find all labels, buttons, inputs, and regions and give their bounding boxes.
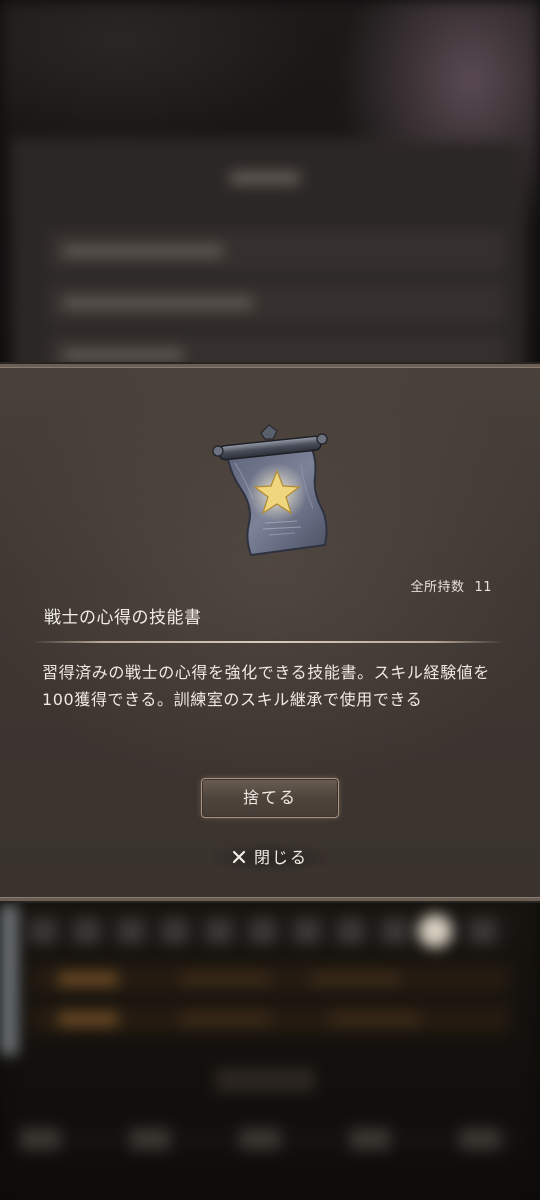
screen: 全所持数 11 戦士の心得の技能書 習得済みの戦士の心得を強化できる技能書。スキル… (0, 0, 540, 1200)
close-button-label: 閉じる (253, 848, 308, 867)
item-name: 戦士の心得の技能書 (44, 608, 202, 628)
divider (32, 641, 504, 643)
discard-button-label: 捨てる (242, 788, 297, 807)
close-icon (232, 850, 246, 864)
close-button[interactable]: 閉じる (212, 843, 328, 873)
owned-label: 全所持数 (410, 580, 465, 595)
owned-count-row: 全所持数 11 (410, 576, 492, 595)
item-description: 習得済みの戦士の心得を強化できる技能書。スキル経験値を100獲得できる。訓練室の… (42, 663, 490, 709)
discard-button[interactable]: 捨てる (201, 778, 339, 818)
owned-count: 11 (474, 580, 492, 595)
scroll-star-icon (212, 424, 328, 557)
item-detail-dialog: 全所持数 11 戦士の心得の技能書 習得済みの戦士の心得を強化できる技能書。スキル… (0, 364, 540, 901)
